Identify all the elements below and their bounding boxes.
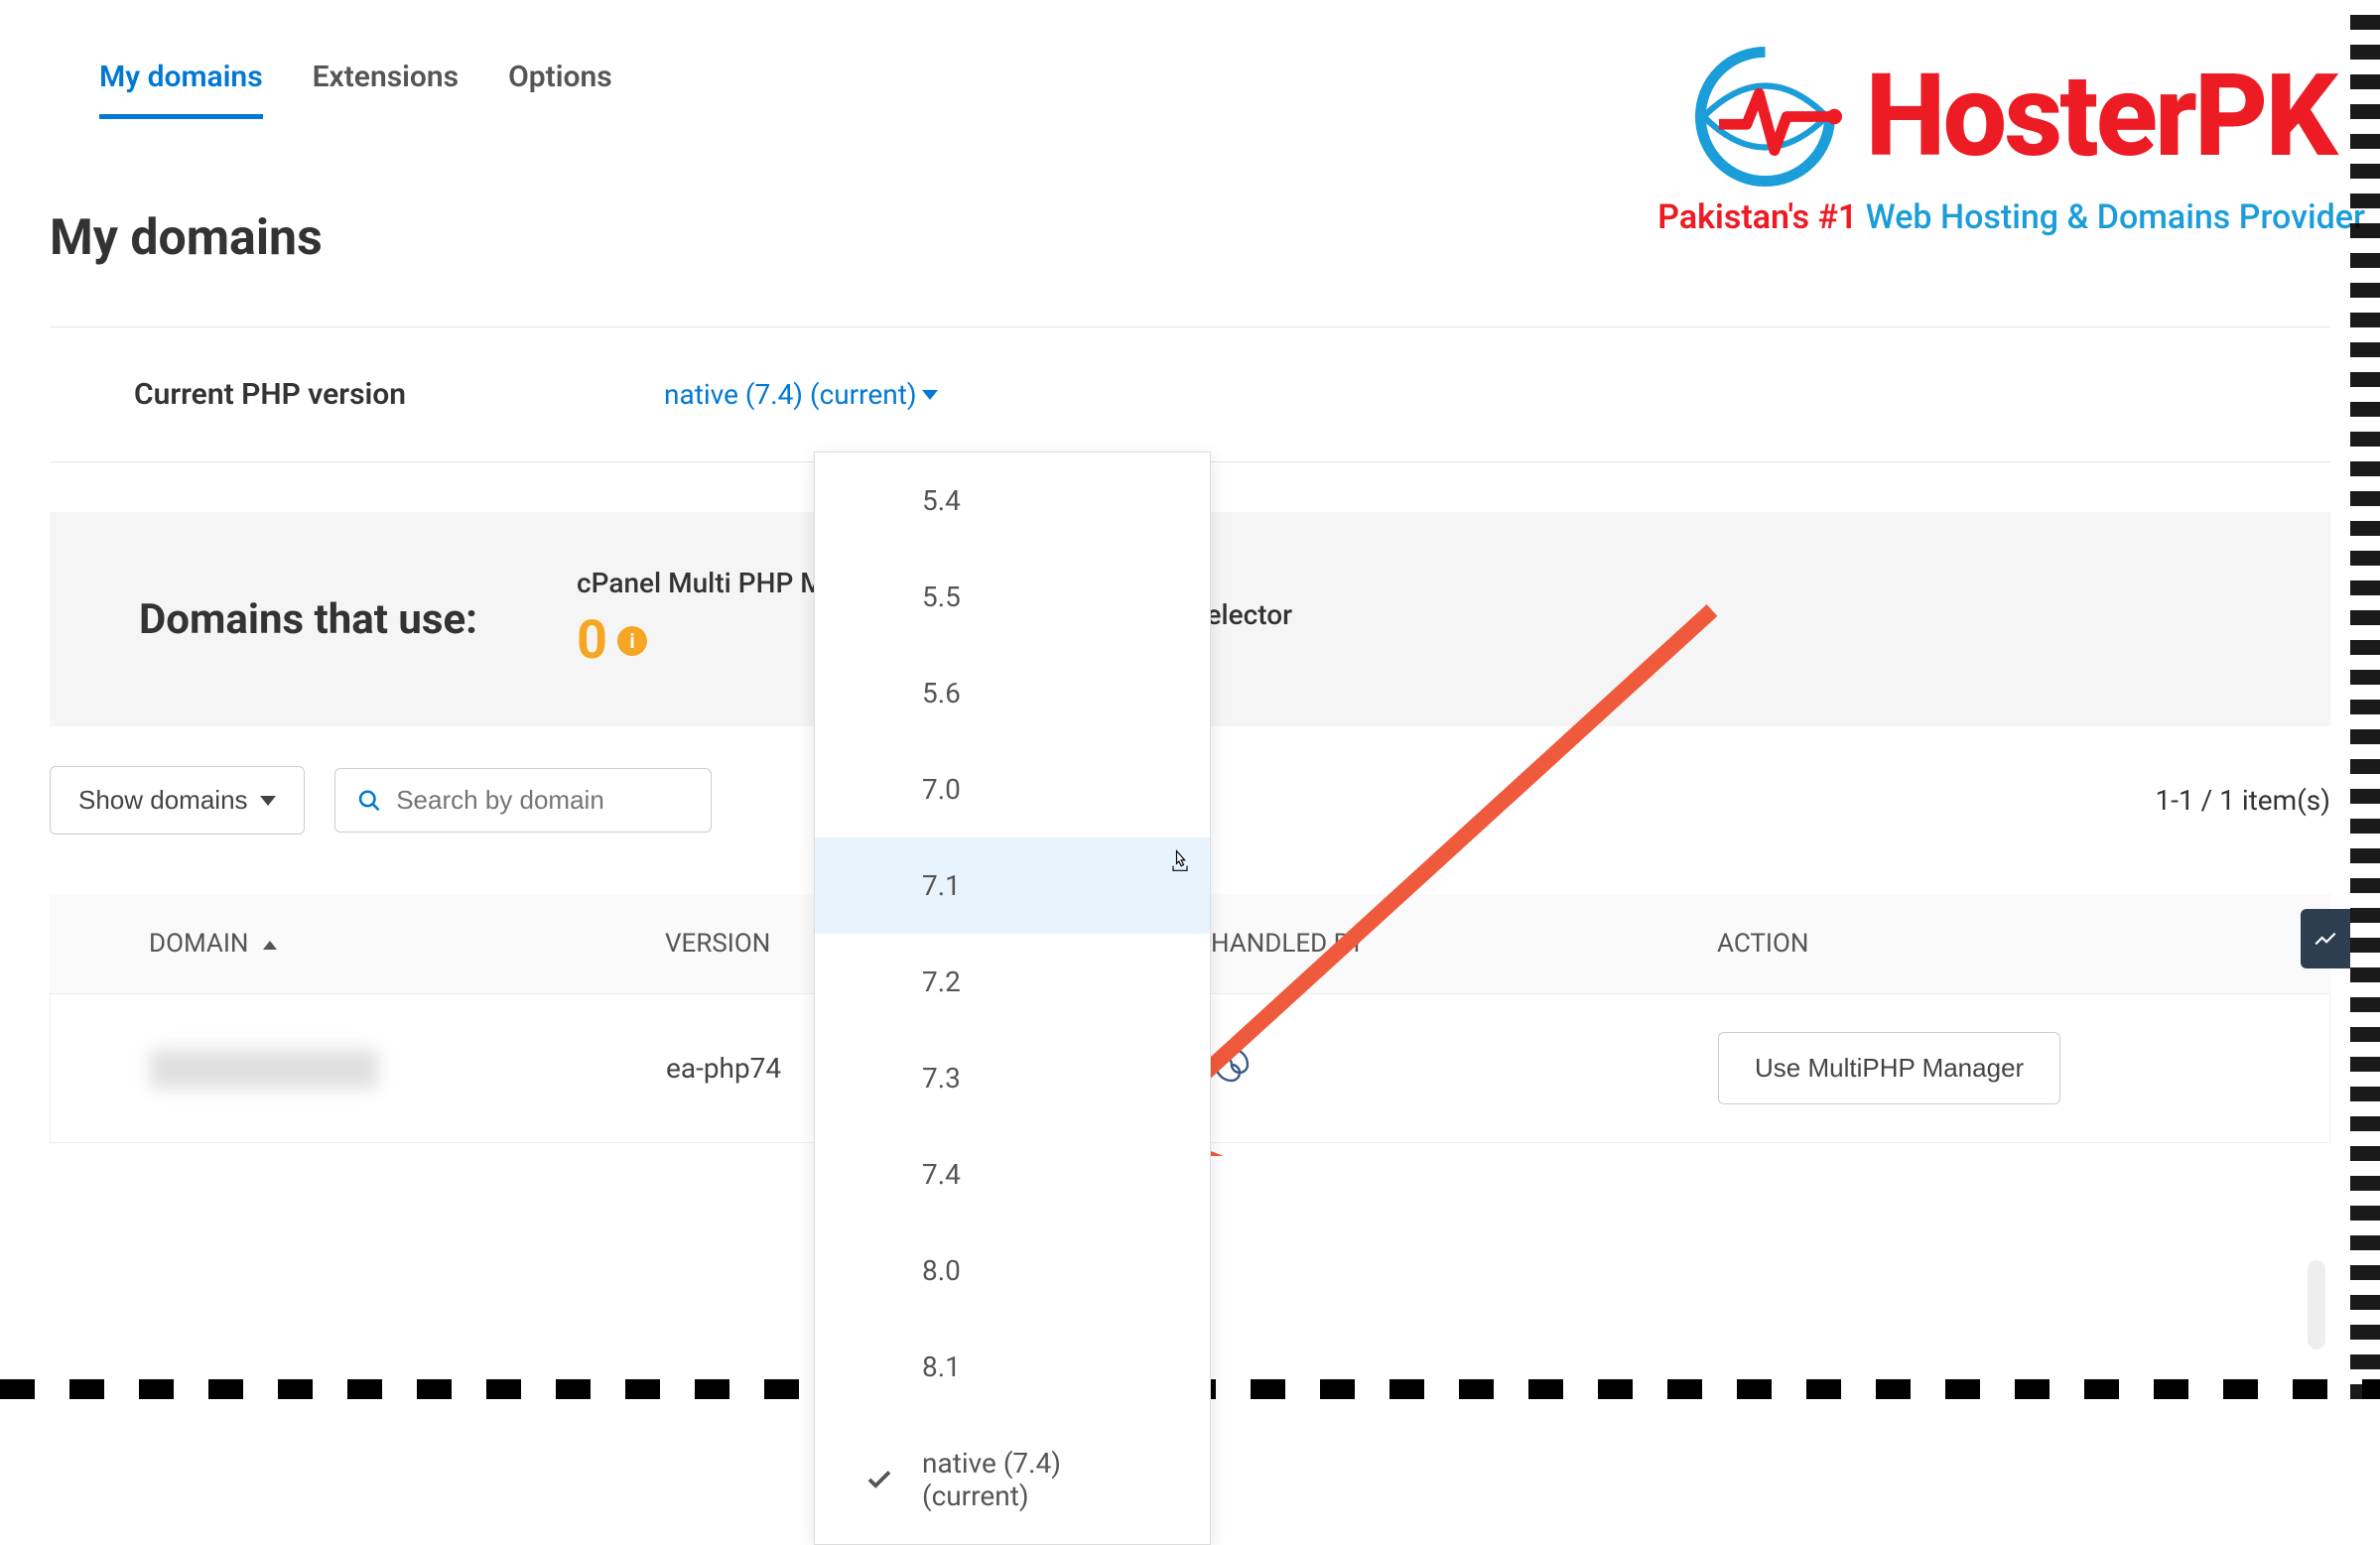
domain-cell [150,1049,666,1089]
info-icon[interactable]: i [617,626,647,656]
brand-name: HosterPK [1866,50,2335,184]
domain-redacted [150,1049,378,1089]
tab-options[interactable]: Options [508,40,612,119]
col-action-header: ACTION [1717,929,2231,959]
use-multiphp-button[interactable]: Use MultiPHP Manager [1718,1032,2060,1104]
checkmark-icon [864,1465,894,1494]
dropdown-item-8-0[interactable]: 8.0 [815,1223,1210,1319]
dropdown-item-7-2[interactable]: 7.2 [815,934,1210,1030]
php-version-current-value: native (7.4) (current) [664,378,917,411]
tab-extensions[interactable]: Extensions [313,40,459,119]
decorative-border-right [2350,0,2380,1399]
col-handled-header[interactable]: HANDLED BY [1211,929,1717,959]
tab-my-domains[interactable]: My domains [99,40,263,119]
dropdown-item-7-0[interactable]: 7.0 [815,741,1210,837]
dropdown-item-5-5[interactable]: 5.5 [815,549,1210,645]
handled-cell [1212,1045,1718,1092]
col-domain-header[interactable]: DOMAIN [149,929,665,959]
analytics-tab[interactable] [2301,909,2350,968]
dropdown-item-8-1[interactable]: 8.1 [815,1319,1210,1415]
current-php-row: Current PHP version native (7.4) (curren… [50,327,2330,461]
stat-multiphp-count: 0 [577,609,607,672]
item-count-label: 1-1 / 1 item(s) [2156,784,2331,817]
show-domains-label: Show domains [78,785,248,816]
caret-down-icon [260,796,276,806]
domains-use-title: Domains that use: [139,595,477,644]
scrollbar[interactable] [2308,1260,2325,1350]
search-input[interactable] [396,785,688,816]
search-icon [357,787,382,815]
brand-tagline: Pakistan's #1 Web Hosting & Domains Prov… [1657,197,2365,237]
caret-down-icon [922,390,938,400]
php-version-dropdown[interactable]: native (7.4) (current) [664,378,938,411]
dropdown-item-native-label: native (7.4) (current) [922,1447,1061,1512]
col-domain-label: DOMAIN [149,929,248,959]
show-domains-button[interactable]: Show domains [50,766,305,835]
dropdown-item-7-3[interactable]: 7.3 [815,1030,1210,1126]
stat-selector-label: PHP Selector [1127,598,2241,631]
tagline-red: Pakistan's #1 [1657,197,1857,237]
chart-line-icon [2313,926,2338,952]
dropdown-item-native[interactable]: native (7.4) (current) [815,1415,1210,1544]
dropdown-item-5-4[interactable]: 5.4 [815,452,1210,549]
tagline-blue: Web Hosting & Domains Provider [1866,197,2365,237]
search-box[interactable] [334,768,712,833]
dropdown-item-7-1[interactable]: 7.1 [815,837,1210,934]
spinner-icon [1212,1045,1252,1085]
dropdown-item-5-6[interactable]: 5.6 [815,645,1210,741]
globe-heartbeat-icon [1688,40,1842,193]
current-php-label: Current PHP version [134,377,406,412]
sort-ascending-icon [263,941,277,950]
brand-logo: HosterPK Pakistan's #1 Web Hosting & Dom… [1657,40,2365,237]
dropdown-item-7-4[interactable]: 7.4 [815,1126,1210,1223]
action-cell: Use MultiPHP Manager [1718,1032,2230,1104]
php-version-dropdown-menu: 5.4 5.5 5.6 7.0 7.1 7.2 7.3 7.4 8.0 8.1 … [814,451,1211,1545]
